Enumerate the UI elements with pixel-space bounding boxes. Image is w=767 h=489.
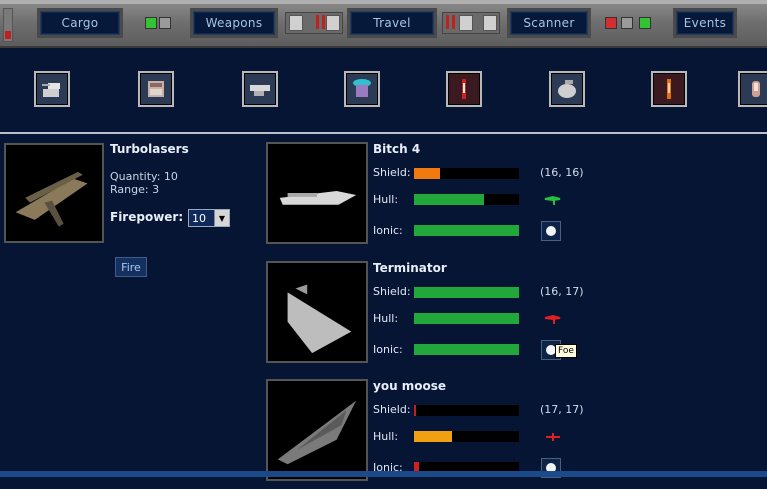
shield-bar-fill: [414, 168, 441, 179]
target-coordinates: (17, 17): [540, 403, 584, 416]
ionic-label: Ionic:: [373, 224, 403, 237]
travel-toggle-switch[interactable]: [442, 12, 500, 34]
shield-label: Shield:: [373, 166, 411, 179]
scanner-button[interactable]: Scanner: [510, 11, 588, 35]
travel-button-label: Travel: [373, 16, 411, 30]
switch-red-bar: [452, 15, 455, 29]
events-button[interactable]: Events: [676, 11, 734, 35]
section-divider: [0, 132, 767, 134]
ion-target-button[interactable]: [541, 221, 561, 241]
target-coordinates: (16, 16): [540, 166, 584, 179]
cargo-button[interactable]: Cargo: [40, 11, 120, 35]
switch-knob: [483, 15, 497, 31]
switch-red-bar: [446, 15, 449, 29]
target-coordinates: (16, 17): [540, 285, 584, 298]
switch-knob: [289, 15, 303, 31]
hull-bar-fill: [414, 194, 485, 205]
foe-stance-icon: [544, 314, 561, 324]
shield-bar: [414, 405, 519, 416]
hull-bar-fill: [414, 431, 452, 442]
switch-red-bar: [322, 15, 325, 29]
weapons-button-label: Weapons: [205, 16, 263, 30]
target-thumbnail[interactable]: [266, 261, 368, 363]
weapon-range: Range: 3: [110, 183, 160, 196]
status-led-green: [639, 17, 651, 29]
missile-launcher-icon[interactable]: [138, 71, 174, 107]
target-name: you moose: [373, 379, 447, 393]
tooltip: Foe: [555, 344, 577, 358]
target-name: Terminator: [373, 261, 447, 275]
shield-bar-fill: [414, 287, 519, 298]
ionic-bar: [414, 344, 519, 355]
ionic-bar-fill: [414, 225, 519, 236]
torpedo-red-icon[interactable]: [446, 71, 482, 107]
events-button-label: Events: [683, 16, 727, 30]
target-name: Bitch 4: [373, 142, 421, 156]
friendly-stance-icon: [544, 195, 561, 205]
weapon-name: Turbolasers: [110, 142, 189, 156]
shield-label: Shield:: [373, 403, 411, 416]
dome-turret-icon[interactable]: [549, 71, 585, 107]
hull-bar: [414, 194, 519, 205]
firepower-label: Firepower:: [110, 210, 184, 224]
weapon-thumbnail: [4, 143, 104, 243]
shield-generator-icon[interactable]: [344, 71, 380, 107]
foe-stance-icon: [546, 433, 560, 441]
hull-label: Hull:: [373, 312, 399, 325]
target-card: Terminator Shield: Hull: Ionic: (16, 17)…: [266, 261, 766, 371]
switch-knob: [326, 15, 340, 31]
ship-image: [277, 400, 357, 465]
shield-bar-fill: [414, 405, 417, 416]
warhead-icon[interactable]: [738, 71, 767, 107]
weapon-icon-row: [0, 48, 767, 130]
cannon-icon[interactable]: [242, 71, 278, 107]
switch-red-bar: [316, 15, 319, 29]
target-thumbnail[interactable]: [266, 142, 368, 244]
ship-image: [279, 191, 357, 205]
toolbar-side-indicator: [3, 8, 13, 42]
hull-bar-fill: [414, 313, 519, 324]
status-led-grey: [159, 17, 171, 29]
top-toolbar: Cargo Weapons Travel Scanner Events: [0, 0, 767, 48]
target-thumbnail[interactable]: [266, 379, 368, 481]
status-led-red: [605, 17, 617, 29]
firepower-select[interactable]: 10 ▼: [188, 209, 230, 227]
shield-label: Shield:: [373, 285, 411, 298]
ionic-label: Ionic:: [373, 343, 403, 356]
hull-label: Hull:: [373, 430, 399, 443]
hull-bar: [414, 431, 519, 442]
turbolaser-ship-image: [15, 171, 88, 227]
shield-bar: [414, 287, 519, 298]
torpedo-orange-icon[interactable]: [651, 71, 687, 107]
target-dot-icon: [546, 226, 556, 236]
switch-knob: [459, 15, 473, 31]
status-led-grey: [621, 17, 633, 29]
shield-bar: [414, 168, 519, 179]
ionic-bar-fill: [414, 344, 519, 355]
weapons-toggle-switch[interactable]: [285, 12, 343, 34]
fire-button[interactable]: Fire: [115, 257, 147, 277]
status-led-green: [145, 17, 157, 29]
hull-label: Hull:: [373, 193, 399, 206]
weapons-button[interactable]: Weapons: [193, 11, 275, 35]
hull-bar: [414, 313, 519, 324]
bottom-scroll-bar: [0, 471, 767, 477]
scanner-button-label: Scanner: [523, 16, 575, 30]
turret-icon[interactable]: [34, 71, 70, 107]
weapon-quantity: Quantity: 10: [110, 170, 178, 183]
firepower-value: 10: [192, 211, 206, 225]
travel-button[interactable]: Travel: [350, 11, 434, 35]
ionic-bar: [414, 225, 519, 236]
ship-image: [287, 284, 352, 354]
target-card: Bitch 4 Shield: Hull: Ionic: (16, 16): [266, 142, 766, 252]
chevron-down-icon: ▼: [214, 210, 229, 226]
cargo-button-label: Cargo: [61, 16, 99, 30]
